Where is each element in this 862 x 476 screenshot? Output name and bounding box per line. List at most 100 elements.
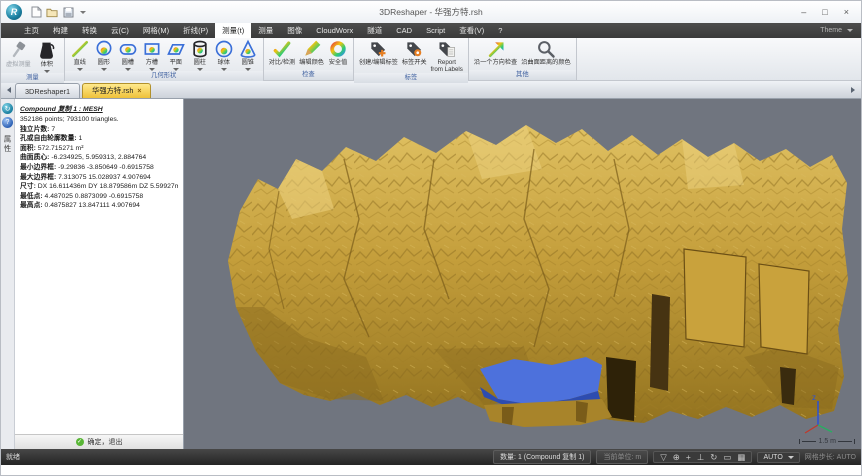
tab-cloud[interactable]: 云(C) <box>104 23 136 38</box>
maximize-button[interactable]: □ <box>822 7 827 17</box>
check-icon: ✓ <box>76 438 84 446</box>
ribbon-group-measure: 虚拟测量 体积 测量 <box>1 38 65 80</box>
open-file-icon[interactable] <box>46 6 58 18</box>
cylinder-shape-button[interactable]: 圆柱 <box>188 39 212 71</box>
auto-dropdown[interactable]: AUTO <box>757 452 799 463</box>
plane-shape-button[interactable]: 平面 <box>164 39 188 71</box>
doc-tab-active[interactable]: 华强方特.rsh × <box>82 83 151 98</box>
tab-mesh[interactable]: 网格(M) <box>136 23 176 38</box>
auto-label: AUTO <box>763 454 782 461</box>
axis-z-label: z <box>812 393 816 402</box>
mesh-model: z <box>184 99 861 449</box>
tab-construct[interactable]: 构建 <box>46 23 75 38</box>
tab-help[interactable]: ? <box>491 23 509 38</box>
label-toggle-button[interactable]: 标签开关 <box>400 39 429 66</box>
app-window: R 3DReshaper - 华强方特.rsh – □ × 主页 构建 转换 云… <box>0 0 862 476</box>
inspect-direction-button[interactable]: 沿一个方向检查 <box>472 39 519 66</box>
surface-distance-color-button[interactable]: 沿曲面距离的颜色 <box>519 39 573 66</box>
tab-cad[interactable]: CAD <box>389 23 419 38</box>
line-shape-button[interactable]: 直线 <box>68 39 92 71</box>
cone-shape-button[interactable]: 圆锥 <box>236 39 260 71</box>
create-edit-label-button[interactable]: 创建/编辑标签 <box>357 39 400 66</box>
tab-cloudworx[interactable]: CloudWorx <box>309 23 360 38</box>
report-from-labels-button[interactable]: Reportfrom Labels <box>429 39 465 73</box>
app-logo-icon: R <box>6 4 22 20</box>
ring-icon <box>328 39 348 59</box>
tab-script[interactable]: Script <box>419 23 452 38</box>
cone-icon <box>238 39 258 59</box>
doc-tab-scroll-right[interactable] <box>849 84 857 96</box>
sphere-icon <box>214 39 234 59</box>
rectangle-icon <box>142 39 162 59</box>
scale-label: 1.5 m <box>818 438 836 445</box>
theme-selector[interactable]: Theme <box>820 23 853 38</box>
theme-label: Theme <box>820 27 842 34</box>
quick-access-more-icon[interactable] <box>80 11 86 14</box>
tab-survey-active[interactable]: 测量(t) <box>215 23 251 38</box>
rect-slot-button[interactable]: 方槽 <box>140 39 164 71</box>
zoom-icon[interactable]: ⊕ <box>673 452 680 463</box>
ribbon-tab-strip: 主页 构建 转换 云(C) 网格(M) 折线(P) 测量(t) 测量 图像 Cl… <box>1 23 861 38</box>
view-tools: ▽ ⊕ + ⊥ ↻ ▭ ▦ <box>653 451 752 463</box>
tab-home[interactable]: 主页 <box>17 23 46 38</box>
close-button[interactable]: × <box>844 7 849 17</box>
chevron-right-icon <box>851 87 855 93</box>
axis-icon[interactable]: ⊥ <box>697 452 704 463</box>
property-line: 最低点: 4.487025 0.8873099 -0.6915758 <box>20 192 178 202</box>
new-file-icon[interactable] <box>30 6 42 18</box>
rotate-icon[interactable]: ↻ <box>710 452 717 463</box>
compare-inspect-button[interactable]: 对比/检测 <box>267 39 297 66</box>
left-icon-strip: ↻ ? 属性 <box>1 99 15 449</box>
tab-polyline[interactable]: 折线(P) <box>176 23 215 38</box>
volume-button[interactable]: 体积 <box>33 39 61 73</box>
virtual-measure-button[interactable]: 虚拟测量 <box>4 39 33 68</box>
tab-view[interactable]: 查看(V) <box>452 23 491 38</box>
ribbon-group-geometry: 直线 圆形 圆槽 方槽 平面 圆柱 球体 圆锥 几何形状 <box>65 38 264 80</box>
slot-shape-button[interactable]: 圆槽 <box>116 39 140 71</box>
doc-tab-close-icon[interactable]: × <box>137 88 141 95</box>
tab-tunnel[interactable]: 隧道 <box>360 23 389 38</box>
property-line: 最高点: 0.4875827 13.847111 4.907694 <box>20 201 178 211</box>
circle-shape-button[interactable]: 圆形 <box>92 39 116 71</box>
doc-tab-scroll-left[interactable] <box>5 84 13 96</box>
ok-exit-button[interactable]: ✓ 确定，退出 <box>15 434 183 449</box>
cylinder-icon <box>190 39 210 59</box>
ok-exit-label: 确定，退出 <box>88 437 123 447</box>
doc-tab-label: 华强方特.rsh <box>92 86 133 96</box>
selection-info: 数量: 1 (Compound 复制 1) <box>493 450 591 464</box>
help-icon[interactable]: ? <box>2 117 13 128</box>
property-line: 最大边界框: 7.313075 15.028937 4.907694 <box>20 173 178 183</box>
direction-arrow-icon <box>486 39 506 59</box>
line-icon <box>70 39 90 59</box>
sphere-shape-button[interactable]: 球体 <box>212 39 236 71</box>
scale-bar: 1.5 m <box>799 438 855 445</box>
save-icon[interactable] <box>62 6 74 18</box>
tab-transform[interactable]: 转换 <box>75 23 104 38</box>
logo-mini-icon[interactable]: ↻ <box>2 103 13 114</box>
current-unit: 当前单位: m <box>596 450 648 464</box>
property-line: 面积: 572.715271 m² <box>20 144 178 154</box>
property-line: 独立片数: 7 <box>20 125 178 135</box>
window-controls: – □ × <box>801 7 849 17</box>
property-line: 孔或自由轮廓数量: 1 <box>20 134 178 144</box>
plane-icon <box>166 39 186 59</box>
edit-colors-button[interactable]: 编辑颜色 <box>297 39 326 66</box>
pencil-icon <box>302 39 322 59</box>
viewport-3d[interactable]: z 1.5 m <box>184 99 861 449</box>
filter-icon[interactable]: ▽ <box>660 452 667 463</box>
properties-tab[interactable]: 属性 <box>2 135 13 154</box>
doc-tab-3dreshaper1[interactable]: 3DReshaper1 <box>15 83 80 98</box>
select-rect-icon[interactable]: ▭ <box>723 452 731 463</box>
tag-report-icon <box>437 39 457 59</box>
tab-measure[interactable]: 测量 <box>251 23 280 38</box>
minimize-button[interactable]: – <box>801 7 806 17</box>
ribbon: 虚拟测量 体积 测量 直线 圆形 圆槽 方槽 平面 圆柱 球体 圆锥 <box>1 38 861 81</box>
grid-icon[interactable]: ▦ <box>737 452 745 463</box>
group-label-geometry: 几何形状 <box>65 71 263 81</box>
window-title: 3DReshaper - 华强方特.rsh <box>1 6 861 18</box>
tag-gear-icon <box>404 39 424 59</box>
values-button[interactable]: 安全值 <box>326 39 350 66</box>
object-title: Compound 复制 1 : MESH <box>20 105 178 115</box>
center-icon[interactable]: + <box>686 452 691 462</box>
tab-image[interactable]: 图像 <box>280 23 309 38</box>
